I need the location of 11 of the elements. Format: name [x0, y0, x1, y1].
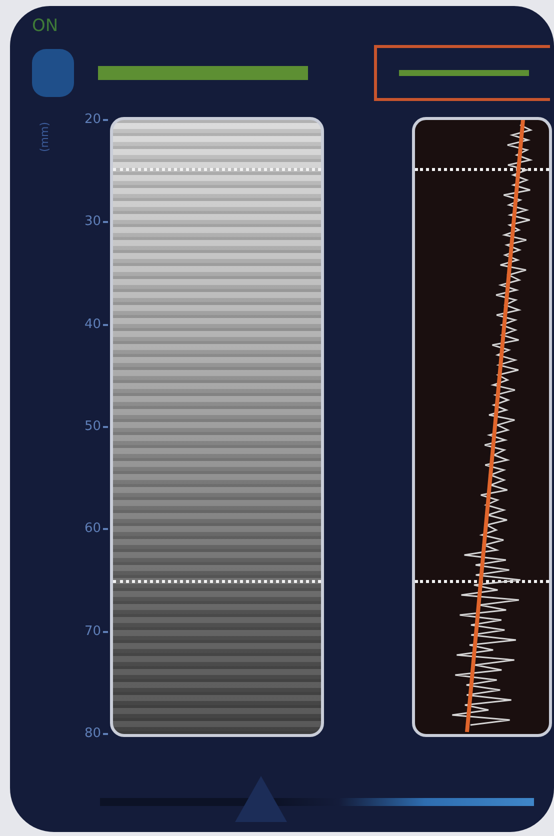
status-label: ON [32, 16, 60, 36]
depth-label: 80 [84, 726, 101, 742]
depth-label: 50 [84, 418, 101, 435]
slider-thumb[interactable] [234, 776, 287, 822]
depth-label: 30 [84, 214, 101, 230]
unit-label: (mm) [38, 122, 51, 152]
depth-label: 20 [84, 112, 101, 128]
knob-icon [32, 49, 74, 97]
depth-label: 70 [84, 624, 101, 640]
depth-label: 40 [84, 316, 101, 333]
depth-label: 60 [84, 521, 101, 538]
